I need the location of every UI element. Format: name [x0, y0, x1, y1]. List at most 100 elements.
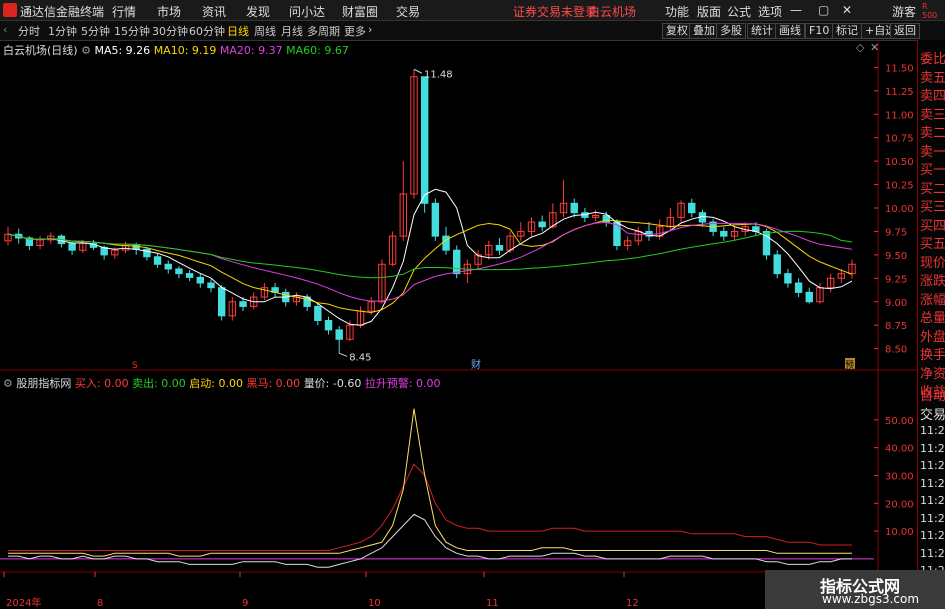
menu-xuanxiang[interactable]: 选项 [758, 3, 782, 20]
quote-label: 买二 [920, 181, 945, 197]
quote-label: 卖二 [920, 126, 945, 141]
menu-wenxiaoda[interactable]: 问小达 [289, 3, 325, 20]
candle-body [453, 249, 461, 275]
duogu-button[interactable]: 多股 [716, 23, 746, 39]
quote-label: 现价 [920, 255, 945, 271]
candle-body [68, 243, 76, 251]
quote-label: 卖五 [920, 70, 945, 86]
tab-1min[interactable]: 1分钟 [48, 23, 77, 39]
login-status[interactable]: 证券交易未登录 [513, 3, 597, 20]
quote-label: 换手 [920, 348, 945, 363]
app-title: 通达信金融终端 [20, 5, 105, 19]
menu-faxian[interactable]: 发现 [246, 3, 270, 20]
tab-30min[interactable]: 30分钟 [152, 23, 188, 39]
tab-weekly[interactable]: 周线 [254, 23, 276, 39]
volprice-label: 量价: -0.60 [303, 377, 362, 390]
tab-daily[interactable]: 日线 [227, 23, 249, 39]
menu-gongshi[interactable]: 公式 [727, 3, 751, 20]
candle-body [217, 287, 226, 317]
tick-time: 11:28 [920, 424, 945, 437]
tongji-button[interactable]: 统计 [747, 23, 777, 39]
quote-label: 买一 [920, 163, 945, 178]
quote-label: 买三 [920, 200, 945, 215]
biaoji-button[interactable]: 标记 [832, 23, 862, 39]
back-button[interactable]: 返回 [890, 23, 920, 39]
x-tick-label: 11 [486, 598, 499, 609]
watermark-url: www.zbgs3.com [822, 592, 920, 606]
tab-15min[interactable]: 15分钟 [114, 23, 150, 39]
menu-hangqing[interactable]: 行情 [112, 3, 136, 20]
trade-label[interactable]: 交易 [920, 404, 945, 423]
ind-y-tick-label: 50.00 [885, 416, 914, 427]
marker-cai: 财 [471, 358, 481, 371]
quote-label: 卖四 [920, 89, 945, 104]
menu-gongneng[interactable]: 功能 [665, 3, 689, 20]
y-tick-label: 9.25 [885, 274, 907, 285]
ind-red-line [8, 463, 852, 551]
quote-label: 总量 [920, 311, 945, 326]
candle-body [153, 256, 162, 265]
candle-body [164, 263, 172, 270]
candle-body [314, 305, 322, 321]
indicator-settings-icon[interactable]: ⚙ [3, 377, 13, 390]
tab-more[interactable]: 更多 [344, 23, 366, 39]
candle-body [442, 235, 450, 251]
tick-time: 11:29 [920, 494, 945, 507]
marker-yu: 预 [845, 360, 854, 371]
r500-label: R 500 [922, 2, 938, 20]
kline-chart[interactable]: 11.50 11.25 11.00 10.75 10.50 10.25 10.00 9.75 9… [0, 40, 917, 609]
tab-monthly[interactable]: 月线 [281, 23, 303, 39]
x-tick-label: 8 [97, 598, 103, 609]
ma5-line [7, 188, 853, 326]
candle-body [495, 245, 504, 251]
minimize-icon[interactable]: — [790, 3, 802, 17]
y-tick-label: 10.75 [885, 134, 914, 145]
quote-label: 委比 [920, 52, 945, 67]
close-icon[interactable]: ✕ [842, 3, 852, 17]
tick-time: 11:29 [920, 441, 945, 455]
guest-label[interactable]: 游客 [892, 3, 916, 20]
fuquan-button[interactable]: 复权 [662, 23, 692, 39]
indicator-name: 股朋指标网 [16, 377, 72, 390]
y-tick-label: 11.00 [885, 110, 914, 121]
tab-60min[interactable]: 60分钟 [189, 23, 225, 39]
y-tick-label: 8.75 [885, 321, 907, 332]
menu-caifuquan[interactable]: 财富圈 [342, 3, 378, 20]
quote-label: 卖一 [920, 144, 945, 160]
diejia-button[interactable]: 叠加 [689, 23, 719, 39]
candle-body [207, 282, 215, 289]
tick-time: 11:29 [920, 529, 945, 542]
tab-5min[interactable]: 5分钟 [81, 23, 110, 39]
buy-label: 买入: 0.00 [74, 377, 129, 390]
window-icon[interactable]: ▢ [818, 3, 829, 17]
candle-body [420, 76, 429, 204]
chevron-right-icon[interactable]: › [368, 23, 372, 36]
quote-label: 净资 [920, 366, 945, 382]
huaxian-button[interactable]: 画线 [775, 23, 805, 39]
quote-label: 涨幅 [920, 292, 945, 308]
candle-body [720, 230, 728, 237]
tab-multi[interactable]: 多周期 [307, 23, 340, 39]
tick-time: 11:29 [920, 459, 945, 472]
sell-label: 卖出: 0.00 [132, 377, 186, 390]
auto-label[interactable]: 自动 [920, 385, 945, 404]
darkhorse-label: 黑马: 0.00 [246, 377, 301, 390]
x-tick-label: 10 [368, 598, 381, 609]
tab-fenshi[interactable]: 分时 [18, 23, 40, 39]
tick-time: 11:29 [920, 546, 945, 560]
f10-button[interactable]: F10 [805, 23, 834, 39]
menu-jiaoyi[interactable]: 交易 [396, 3, 420, 20]
menu-banmian[interactable]: 版面 [697, 3, 721, 20]
menu-bar: 通达信金融终端 行情 市场 资讯 发现 问小达 财富圈 交易 证券交易未登录 白… [0, 0, 945, 21]
low-label: 8.45 [349, 352, 371, 363]
y-tick-label: 10.00 [885, 204, 914, 215]
marker-s: S [132, 361, 138, 371]
candle-body [335, 329, 343, 340]
menu-shichang[interactable]: 市场 [157, 3, 181, 20]
y-tick-label: 8.50 [885, 345, 907, 356]
candle-body [196, 276, 205, 284]
quote-side-panel: R 500 委比 卖五 卖四 卖三 卖二 卖一 买一 买二 买三 买四 买五 现价 涨跌 涨幅 总量 外盘 换手净… [917, 2, 945, 609]
y-tick-label: 10.50 [885, 157, 914, 168]
menu-zixun[interactable]: 资讯 [202, 3, 226, 20]
quote-label: 涨跌 [920, 274, 945, 289]
